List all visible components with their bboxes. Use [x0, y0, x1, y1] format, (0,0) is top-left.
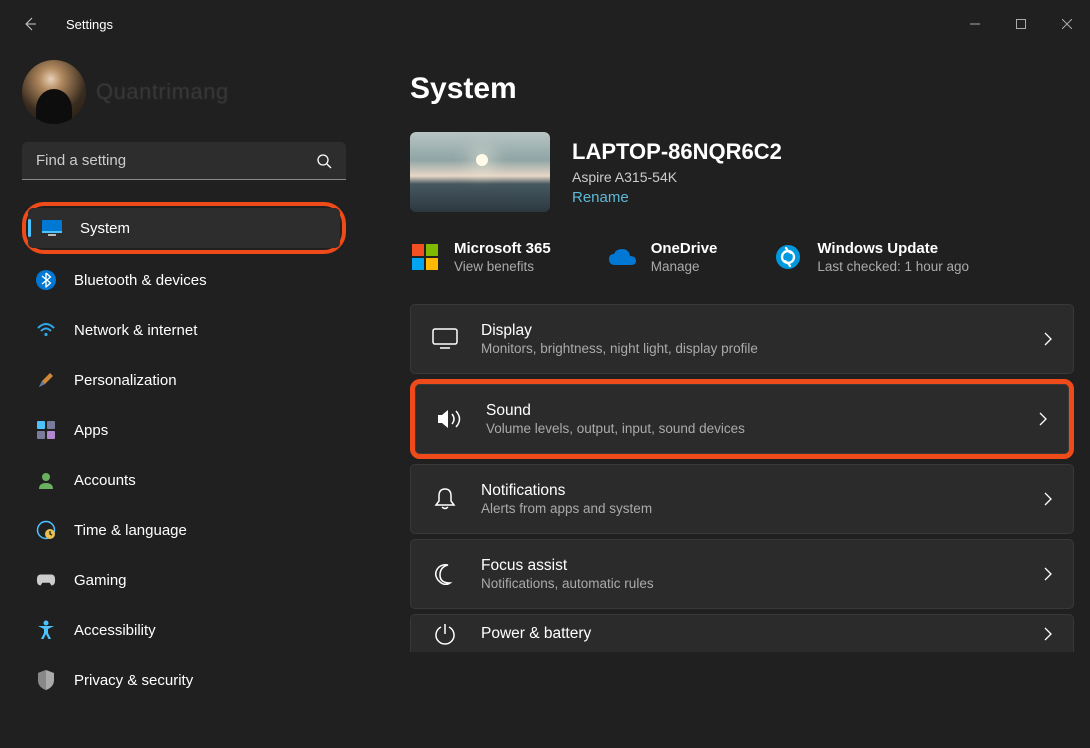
sidebar-item-time[interactable]: Time & language	[22, 510, 346, 550]
rename-link[interactable]: Rename	[572, 189, 782, 206]
nav-label: Accessibility	[74, 622, 156, 639]
sidebar-item-bluetooth[interactable]: Bluetooth & devices	[22, 260, 346, 300]
card-notifications[interactable]: Notifications Alerts from apps and syste…	[410, 464, 1074, 534]
service-update[interactable]: Windows Update Last checked: 1 hour ago	[773, 240, 969, 274]
nav-label: Privacy & security	[74, 672, 193, 689]
page-title: System	[410, 72, 1074, 106]
device-name: LAPTOP-86NQR6C2	[572, 139, 782, 165]
bell-icon	[431, 485, 459, 513]
minimize-button[interactable]	[952, 0, 998, 48]
svc-sub: Manage	[651, 259, 718, 274]
card-sound[interactable]: Sound Volume levels, output, input, soun…	[415, 384, 1069, 454]
device-model: Aspire A315-54K	[572, 169, 782, 185]
nav-label: System	[80, 220, 130, 237]
paintbrush-icon	[36, 370, 56, 390]
card-title: Focus assist	[481, 557, 1021, 575]
nav-label: Network & internet	[74, 322, 197, 339]
chevron-right-icon	[1043, 626, 1053, 642]
nav-label: Bluetooth & devices	[74, 272, 207, 289]
back-button[interactable]	[22, 16, 38, 32]
monitor-icon	[431, 325, 459, 353]
profile[interactable]: Quantrimang	[22, 48, 346, 142]
apps-icon	[36, 420, 56, 440]
maximize-button[interactable]	[998, 0, 1044, 48]
card-sub: Alerts from apps and system	[481, 501, 1021, 516]
window-controls	[952, 0, 1090, 48]
card-sub: Volume levels, output, input, sound devi…	[486, 421, 1016, 436]
sidebar-item-gaming[interactable]: Gaming	[22, 560, 346, 600]
gamepad-icon	[36, 570, 56, 590]
chevron-right-icon	[1038, 411, 1048, 427]
watermark: Quantrimang	[96, 79, 229, 105]
sidebar-item-personalization[interactable]: Personalization	[22, 360, 346, 400]
card-display[interactable]: Display Monitors, brightness, night ligh…	[410, 304, 1074, 374]
service-onedrive[interactable]: OneDrive Manage	[607, 240, 718, 274]
service-m365[interactable]: Microsoft 365 View benefits	[410, 240, 551, 274]
card-title: Power & battery	[481, 625, 1021, 643]
chevron-right-icon	[1043, 331, 1053, 347]
highlight-system: System	[22, 202, 346, 254]
cloud-icon	[607, 242, 637, 272]
svc-sub: View benefits	[454, 259, 551, 274]
update-icon	[773, 242, 803, 272]
avatar	[22, 60, 86, 124]
wifi-icon	[36, 320, 56, 340]
card-title: Display	[481, 322, 1021, 340]
search-icon	[316, 153, 332, 169]
card-sub: Notifications, automatic rules	[481, 576, 1021, 591]
nav-label: Gaming	[74, 572, 127, 589]
main-content: System LAPTOP-86NQR6C2 Aspire A315-54K R…	[358, 48, 1090, 748]
nav-label: Apps	[74, 422, 108, 439]
moon-icon	[431, 560, 459, 588]
device-wallpaper-thumb	[410, 132, 550, 212]
card-title: Notifications	[481, 482, 1021, 500]
nav-label: Personalization	[74, 372, 177, 389]
chevron-right-icon	[1043, 491, 1053, 507]
nav-label: Accounts	[74, 472, 136, 489]
clock-globe-icon	[36, 520, 56, 540]
person-icon	[36, 470, 56, 490]
svc-title: OneDrive	[651, 240, 718, 257]
titlebar: Settings	[0, 0, 1090, 48]
sidebar-item-accounts[interactable]: Accounts	[22, 460, 346, 500]
sidebar-item-accessibility[interactable]: Accessibility	[22, 610, 346, 650]
accessibility-icon	[36, 620, 56, 640]
highlight-sound: Sound Volume levels, output, input, soun…	[410, 379, 1074, 459]
svc-title: Microsoft 365	[454, 240, 551, 257]
microsoft-icon	[410, 242, 440, 272]
card-focus-assist[interactable]: Focus assist Notifications, automatic ru…	[410, 539, 1074, 609]
sidebar-item-system[interactable]: System	[28, 208, 340, 248]
app-title: Settings	[66, 17, 113, 32]
nav-label: Time & language	[74, 522, 187, 539]
shield-icon	[36, 670, 56, 690]
volume-icon	[436, 405, 464, 433]
sidebar-item-network[interactable]: Network & internet	[22, 310, 346, 350]
bluetooth-icon	[36, 270, 56, 290]
power-icon	[431, 620, 459, 648]
card-sub: Monitors, brightness, night light, displ…	[481, 341, 1021, 356]
chevron-right-icon	[1043, 566, 1053, 582]
device-header: LAPTOP-86NQR6C2 Aspire A315-54K Rename	[410, 132, 1074, 212]
search-input[interactable]	[22, 142, 346, 180]
sidebar-item-apps[interactable]: Apps	[22, 410, 346, 450]
svc-title: Windows Update	[817, 240, 969, 257]
card-title: Sound	[486, 402, 1016, 420]
system-icon	[42, 218, 62, 238]
close-button[interactable]	[1044, 0, 1090, 48]
sidebar: Quantrimang System	[0, 48, 358, 748]
sidebar-item-privacy[interactable]: Privacy & security	[22, 660, 346, 700]
svc-sub: Last checked: 1 hour ago	[817, 259, 969, 274]
card-power[interactable]: Power & battery	[410, 614, 1074, 652]
